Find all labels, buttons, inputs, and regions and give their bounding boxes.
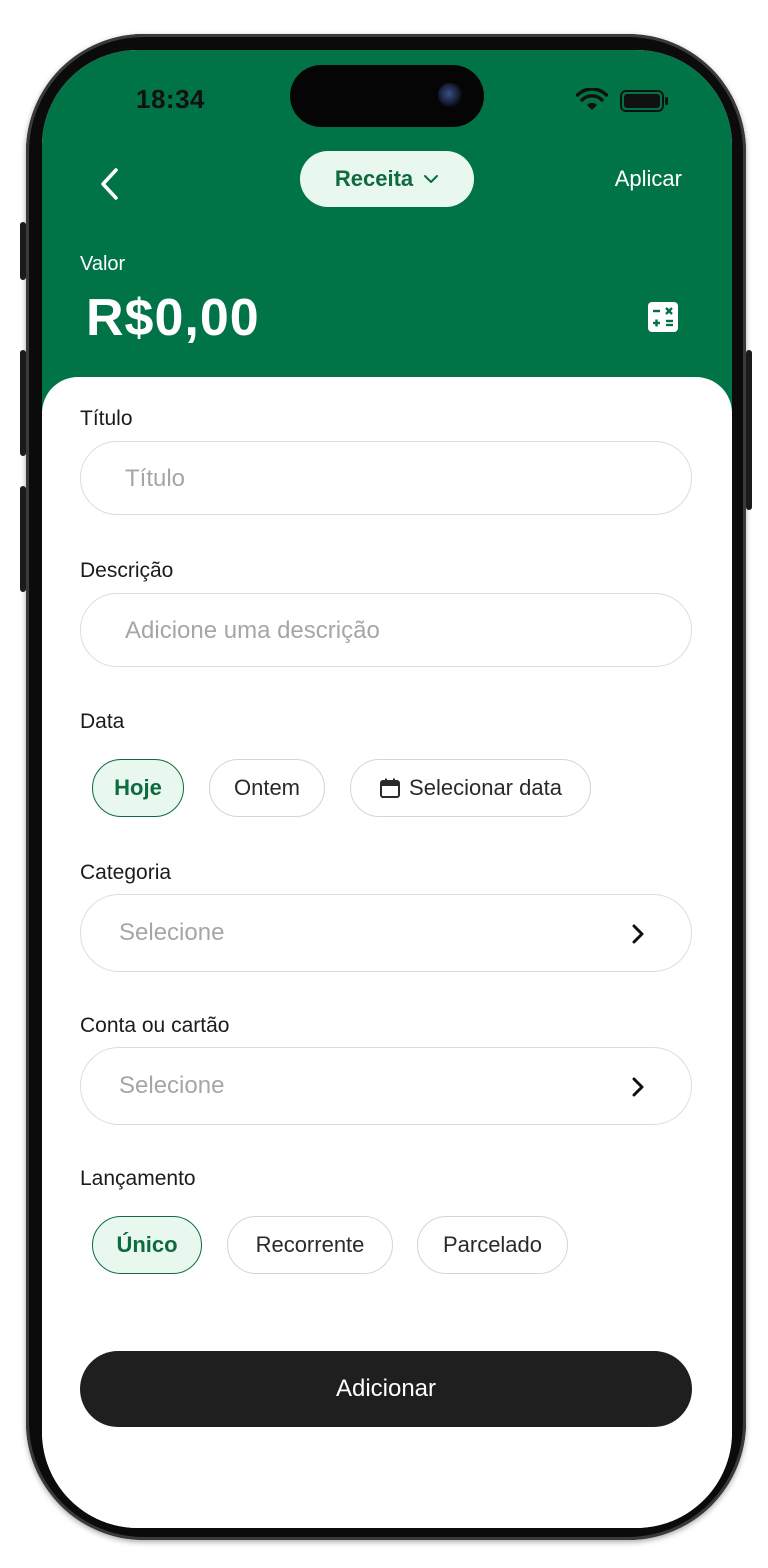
date-label: Data [80, 710, 125, 733]
calculator-icon [653, 307, 673, 327]
wifi-icon [576, 88, 608, 110]
chevron-right-icon [632, 1077, 644, 1097]
transaction-type-label: Receita [334, 166, 414, 191]
add-button[interactable]: Adicionar [80, 1351, 692, 1427]
dynamic-island [290, 65, 484, 127]
calculator-button[interactable] [648, 302, 678, 332]
power-button [746, 350, 752, 510]
category-select[interactable]: Selecione [80, 894, 692, 972]
transaction-type-dropdown[interactable]: Receita [300, 151, 474, 207]
account-label: Conta ou cartão [80, 1014, 230, 1037]
app-screen: 18:34 .... Receita Aplicar Valor R$0,00 … [42, 50, 732, 1528]
form-sheet: Título Descrição Data Hoje Ontem Selecio… [42, 377, 732, 1528]
entry-chip-recurring[interactable]: Recorrente [227, 1216, 393, 1274]
value-label: Valor [80, 253, 126, 275]
description-input[interactable] [123, 594, 667, 668]
chevron-down-icon [424, 175, 439, 183]
calendar-icon [380, 778, 401, 798]
description-label: Descrição [80, 559, 174, 582]
date-chip-today[interactable]: Hoje [92, 759, 184, 817]
signal-dots: .... [534, 103, 554, 114]
account-select[interactable]: Selecione [80, 1047, 692, 1125]
value-amount[interactable]: R$0,00 [86, 288, 260, 348]
chevron-right-icon [632, 924, 644, 944]
title-input[interactable] [123, 442, 667, 516]
status-icons: .... [534, 88, 674, 114]
entry-chip-installments[interactable]: Parcelado [417, 1216, 568, 1274]
apply-button[interactable]: Aplicar [615, 166, 682, 192]
entry-chip-single[interactable]: Único [92, 1216, 202, 1274]
battery-icon [620, 90, 668, 112]
header: 18:34 .... Receita Aplicar Valor R$0,00 [42, 50, 732, 420]
status-time: 18:34 [136, 84, 205, 114]
title-field[interactable] [80, 441, 692, 516]
category-label: Categoria [80, 861, 172, 884]
date-chip-yesterday[interactable]: Ontem [209, 759, 325, 817]
camera-icon [438, 83, 462, 107]
volume-up-button [20, 350, 26, 456]
back-button[interactable] [86, 160, 134, 208]
date-chip-select-date[interactable]: Selecionar data [350, 759, 591, 817]
chevron-left-icon [101, 168, 118, 200]
category-placeholder: Selecione [119, 919, 225, 946]
volume-down-button [20, 486, 26, 592]
action-button [20, 222, 26, 280]
description-field[interactable] [80, 593, 692, 668]
date-chip-select-date-label: Selecionar data [409, 775, 562, 800]
entry-type-label: Lançamento [80, 1167, 196, 1190]
title-label: Título [80, 407, 133, 430]
account-placeholder: Selecione [119, 1072, 225, 1099]
